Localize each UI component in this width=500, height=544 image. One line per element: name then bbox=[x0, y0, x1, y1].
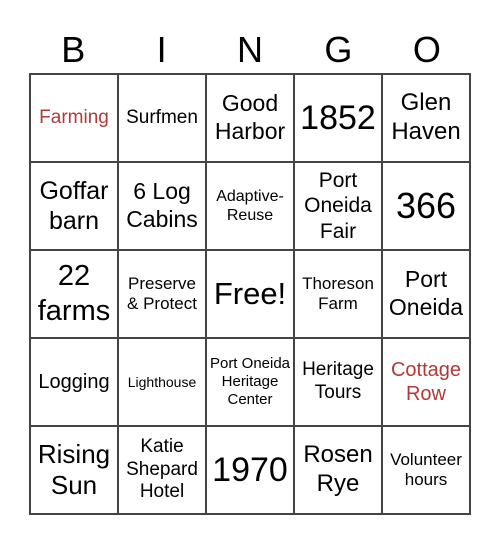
bingo-cell[interactable]: Rising Sun bbox=[30, 426, 118, 514]
header-letter: B bbox=[61, 29, 86, 70]
bingo-cell[interactable]: Free! bbox=[206, 250, 294, 338]
bingo-cell[interactable]: Good Harbor bbox=[206, 74, 294, 162]
header-letter: G bbox=[324, 29, 353, 70]
bingo-header: B I N G O bbox=[29, 28, 471, 72]
header-letter: N bbox=[237, 29, 264, 70]
bingo-cell[interactable]: 6 Log Cabins bbox=[118, 162, 206, 250]
bingo-cell[interactable]: Preserve & Protect bbox=[118, 250, 206, 338]
bingo-cell[interactable]: 22 farms bbox=[30, 250, 118, 338]
bingo-cell[interactable]: Katie Shepard Hotel bbox=[118, 426, 206, 514]
bingo-cell[interactable]: Adaptive-Reuse bbox=[206, 162, 294, 250]
bingo-cell[interactable]: Farming bbox=[30, 74, 118, 162]
header-letter: O bbox=[412, 29, 441, 70]
bingo-cell[interactable]: Cottage Row bbox=[382, 338, 470, 426]
bingo-grid: Farming Surfmen Good Harbor 1852 Glen Haven G… bbox=[29, 73, 471, 515]
bingo-cell[interactable]: Goffar barn bbox=[30, 162, 118, 250]
bingo-cell[interactable]: Surfmen bbox=[118, 74, 206, 162]
bingo-cell[interactable]: Port Oneida Fair bbox=[294, 162, 382, 250]
bingo-cell[interactable]: 366 bbox=[382, 162, 470, 250]
bingo-cell[interactable]: Volunteer hours bbox=[382, 426, 470, 514]
bingo-cell[interactable]: Logging bbox=[30, 338, 118, 426]
bingo-cell[interactable]: Rosen Rye bbox=[294, 426, 382, 514]
header-letter: I bbox=[156, 29, 167, 70]
bingo-cell[interactable]: Port Oneida bbox=[382, 250, 470, 338]
bingo-cell[interactable]: 1970 bbox=[206, 426, 294, 514]
bingo-cell[interactable]: Heritage Tours bbox=[294, 338, 382, 426]
bingo-cell[interactable]: Lighthouse bbox=[118, 338, 206, 426]
bingo-cell[interactable]: Port Oneida Heritage Center bbox=[206, 338, 294, 426]
bingo-cell[interactable]: 1852 bbox=[294, 74, 382, 162]
bingo-cell[interactable]: Thoreson Farm bbox=[294, 250, 382, 338]
bingo-cell[interactable]: Glen Haven bbox=[382, 74, 470, 162]
